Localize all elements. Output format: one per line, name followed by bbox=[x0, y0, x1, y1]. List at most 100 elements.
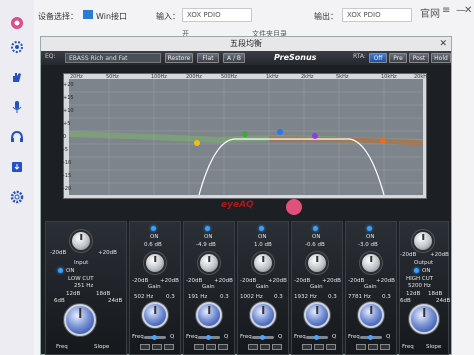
lowcut-6db-label: 6dB bbox=[54, 298, 65, 304]
restore-button[interactable]: Restore bbox=[165, 53, 193, 63]
band4-gain-knob[interactable] bbox=[306, 252, 328, 274]
device-select-value[interactable]: Win接口 bbox=[96, 11, 127, 22]
freq-axis-label: 2kHz bbox=[301, 74, 314, 80]
band5-freq-value: 7781 Hz bbox=[348, 294, 371, 300]
rta-hold-button[interactable]: Hold bbox=[431, 53, 451, 63]
band5-q-value: 0.3 bbox=[382, 294, 391, 300]
band3-on-led[interactable] bbox=[259, 226, 264, 231]
band1-on-label: ON bbox=[150, 234, 159, 240]
band5-q-label: Q bbox=[386, 334, 391, 340]
band3-gain-label: Gain bbox=[256, 284, 269, 290]
rta-label: RTA: bbox=[353, 53, 366, 60]
band2-q-label: Q bbox=[224, 334, 229, 340]
band4-q-slider[interactable] bbox=[306, 335, 328, 340]
logo-icon bbox=[8, 14, 26, 32]
eq-preset-select[interactable]: EBASS Rich and Fat bbox=[65, 53, 161, 63]
db-axis-label: -15 bbox=[63, 173, 72, 179]
band1-min-label: -20dB bbox=[132, 278, 149, 284]
db-axis-label: -10 bbox=[63, 160, 72, 166]
band4-freq-knob[interactable] bbox=[304, 302, 330, 328]
band1-q-slider[interactable] bbox=[144, 335, 166, 340]
band4-gain-label: Gain bbox=[310, 284, 323, 290]
band2-filter-buttons[interactable] bbox=[194, 344, 228, 350]
input-knob[interactable] bbox=[70, 230, 92, 252]
band3-min-label: -20dB bbox=[240, 278, 257, 284]
lowcut-on-label: ON bbox=[66, 268, 75, 274]
lowcut-value: 251 Hz bbox=[74, 283, 94, 289]
band3-node[interactable] bbox=[277, 129, 283, 135]
eq-curve-graph[interactable] bbox=[68, 79, 424, 196]
band5-gain-knob[interactable] bbox=[360, 252, 382, 274]
band5-freq-knob[interactable] bbox=[358, 302, 384, 328]
microphone-icon[interactable] bbox=[8, 98, 26, 116]
band3-q-value: 0.3 bbox=[274, 294, 283, 300]
band1-filter-buttons[interactable] bbox=[140, 344, 174, 350]
windows-icon bbox=[83, 10, 93, 19]
freq-axis-label: 10kHz bbox=[381, 74, 397, 80]
band5-freq-label: Freq bbox=[348, 334, 360, 340]
band5-node[interactable] bbox=[380, 138, 386, 144]
lowcut-on-led[interactable] bbox=[58, 268, 63, 273]
rta-off-button[interactable]: Off bbox=[369, 53, 387, 63]
db-axis-label: +20 bbox=[63, 82, 74, 88]
website-link[interactable]: 官网 bbox=[420, 5, 440, 20]
band1-node[interactable] bbox=[194, 140, 200, 146]
band5-min-label: -20dB bbox=[348, 278, 365, 284]
band3-q-label: Q bbox=[278, 334, 283, 340]
band1-freq-value: 502 Hz bbox=[134, 294, 154, 300]
band3-gain-knob[interactable] bbox=[252, 252, 274, 274]
highcut-freq-knob[interactable] bbox=[409, 304, 439, 334]
menu-icon[interactable]: ≡ bbox=[442, 5, 450, 16]
band2-max-label: +20dB bbox=[214, 278, 233, 284]
band2-panel: ON -4.9 dB -20dB +20dB Gain 191 Hz 0.3 F… bbox=[183, 221, 235, 355]
highcut-12db-label: 12dB bbox=[406, 291, 421, 297]
band4-on-led[interactable] bbox=[313, 226, 318, 231]
band3-freq-knob[interactable] bbox=[250, 302, 276, 328]
eq-close-icon[interactable]: ✕ bbox=[439, 37, 447, 51]
close-icon[interactable]: ✕ bbox=[464, 5, 472, 16]
band1-q-label: Q bbox=[170, 334, 175, 340]
band5-q-slider[interactable] bbox=[360, 335, 382, 340]
band2-q-slider[interactable] bbox=[198, 335, 220, 340]
band1-freq-knob[interactable] bbox=[142, 302, 168, 328]
db-axis-label: -5 bbox=[63, 147, 68, 153]
flat-button[interactable]: Flat bbox=[197, 53, 219, 63]
freq-axis-label: 200Hz bbox=[186, 74, 202, 80]
band3-q-slider[interactable] bbox=[252, 335, 274, 340]
rta-pre-button[interactable]: Pre bbox=[389, 53, 407, 63]
input-select[interactable]: XOX PDIO bbox=[182, 8, 252, 22]
band5-on-led[interactable] bbox=[367, 226, 372, 231]
output-knob[interactable] bbox=[412, 230, 434, 252]
output-select[interactable]: XOX PDIO bbox=[342, 8, 412, 22]
band2-node[interactable] bbox=[242, 131, 248, 137]
band1-on-led[interactable] bbox=[151, 226, 156, 231]
freq-axis-label: 1kHz bbox=[266, 74, 279, 80]
band2-gain-label: Gain bbox=[202, 284, 215, 290]
band1-gain-knob[interactable] bbox=[144, 252, 166, 274]
highcut-on-led[interactable] bbox=[414, 268, 419, 273]
band2-on-led[interactable] bbox=[205, 226, 210, 231]
band2-gain-knob[interactable] bbox=[198, 252, 220, 274]
settings-gear-icon[interactable] bbox=[8, 188, 26, 206]
gear-flower-icon[interactable] bbox=[8, 38, 26, 56]
band1-panel: ON 0.6 dB -20dB +20dB Gain 502 Hz 0.3 Fr… bbox=[129, 221, 181, 355]
band4-filter-buttons[interactable] bbox=[302, 344, 336, 350]
headset-icon[interactable] bbox=[8, 128, 26, 146]
equalizer-window: 五段均衡 ✕ EQ: EBASS Rich and Fat Restore Fl… bbox=[40, 36, 452, 355]
band2-freq-value: 191 Hz bbox=[188, 294, 208, 300]
eq-window-title: 五段均衡 bbox=[230, 39, 262, 48]
highcut-24db-label: 24dB bbox=[436, 298, 451, 304]
band2-freq-knob[interactable] bbox=[196, 302, 222, 328]
download-box-icon[interactable] bbox=[8, 158, 26, 176]
lowcut-freq-knob[interactable] bbox=[64, 304, 96, 336]
band5-max-label: +20dB bbox=[376, 278, 395, 284]
rta-post-button[interactable]: Post bbox=[409, 53, 429, 63]
hand-icon[interactable] bbox=[8, 68, 26, 86]
band5-panel: ON -3.0 dB -20dB +20dB Gain 7781 Hz 0.3 … bbox=[345, 221, 397, 355]
ab-button[interactable]: A / B bbox=[223, 53, 245, 63]
band5-filter-buttons[interactable] bbox=[356, 344, 390, 350]
band3-filter-buttons[interactable] bbox=[248, 344, 282, 350]
output-highcut-panel: -20dB +20dB Output ON HIGH CUT 5200 Hz 1… bbox=[399, 221, 451, 355]
band4-node[interactable] bbox=[312, 133, 318, 139]
freq-axis-label: 5kHz bbox=[336, 74, 349, 80]
